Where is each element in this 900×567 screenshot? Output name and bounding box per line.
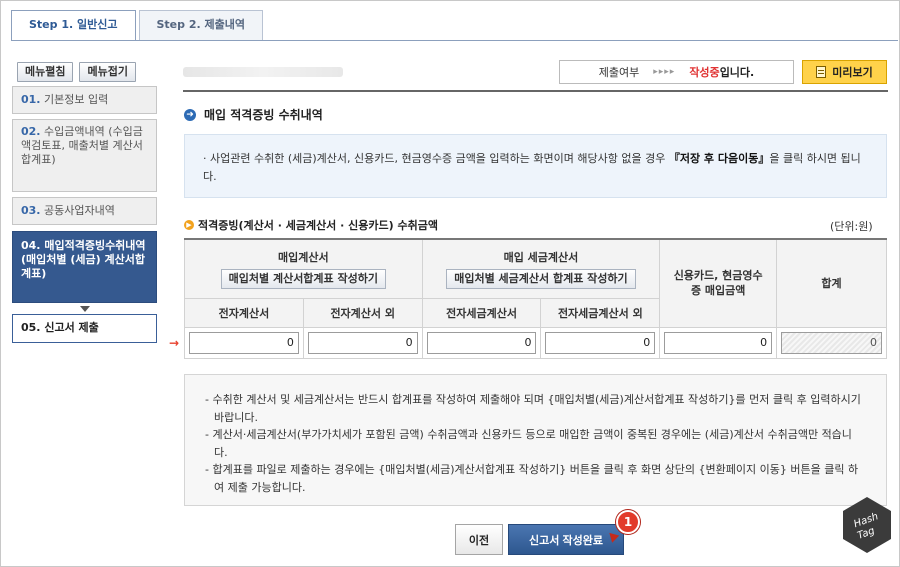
document-icon <box>816 66 827 78</box>
card-header: 신용카드, 현금영수증 매입금액 <box>659 238 778 328</box>
e-invoice-input[interactable] <box>189 331 299 354</box>
step-label: 공동사업자내역 <box>44 204 115 217</box>
amount-table: 매입계산서 매입처별 계산서합계표 작성하기 매입 세금계산서 매입처별 세금계… <box>184 238 887 359</box>
invoice-summary-button[interactable]: 매입처별 계산서합계표 작성하기 <box>220 268 386 289</box>
prev-button[interactable]: 이전 <box>455 524 503 555</box>
group-label: 매입 세금계산서 <box>503 250 579 264</box>
info-box: · 사업관련 수취한 (세금)계산서, 신용카드, 현금영수증 금액을 입력하는… <box>184 134 887 198</box>
note-item: - 합계표를 파일로 제출하는 경우에는 {매입처별(세금)계산서합계표 작성하… <box>205 463 859 494</box>
sub-header: 전자계산서 <box>184 297 304 328</box>
tab-step2[interactable]: Step 2. 제출내역 <box>138 10 263 40</box>
step-number: 02. <box>21 125 41 138</box>
header-divider <box>183 90 888 92</box>
group-header-invoice: 매입계산서 매입처별 계산서합계표 작성하기 <box>184 238 423 299</box>
sidebar-item-submit[interactable]: 05. 신고서 제출 <box>12 314 157 343</box>
step-arrow-icon <box>80 306 90 312</box>
info-emphasis: 『저장 후 다음이동』 <box>668 152 770 165</box>
status-state-suffix: 입니다. <box>719 66 755 79</box>
tab-step1[interactable]: Step 1. 일반신고 <box>11 10 136 41</box>
complete-report-button[interactable]: 신고서 작성완료 <box>508 524 624 555</box>
arrow-right-circle-icon: ➜ <box>184 108 196 121</box>
preview-button[interactable]: 미리보기 <box>802 60 887 84</box>
subsection-title: ▶ 적격증빙(계산서 · 세금계산서 · 신용카드) 수취금액 <box>184 217 438 233</box>
blurred-user-info <box>183 67 343 77</box>
red-arrow-icon: → <box>169 336 180 350</box>
menu-toggle-group: 메뉴펼침 메뉴접기 <box>17 62 136 82</box>
status-label: 제출여부 <box>598 66 640 79</box>
sidebar-item-purchase-evidence[interactable]: 04. 매입적격증빙수취내역 (매입처별 (세금) 계산서합계표) <box>12 231 157 303</box>
sidebar-item-joint-business[interactable]: 03. 공동사업자내역 <box>12 197 157 225</box>
menu-collapse-button[interactable]: 메뉴접기 <box>79 62 136 82</box>
submission-status: 제출여부 ▸▸▸▸ 작성중 입니다. <box>559 60 794 84</box>
bullet-icon: ▶ <box>184 220 194 230</box>
table-cell <box>421 326 542 359</box>
notes-box: - 수취한 계산서 및 세금계산서는 반드시 합계표를 작성하여 제출해야 되며… <box>184 374 887 506</box>
table-cell <box>302 326 423 359</box>
table-cell <box>184 326 304 359</box>
tax-invoice-summary-button[interactable]: 매입처별 세금계산서 합계표 작성하기 <box>446 268 636 289</box>
sidebar-item-income[interactable]: 02. 수입금액내역 (수입금액검토표, 매출처별 계산서 합계표) <box>12 119 157 192</box>
section-title-text: 매입 적격증빙 수취내역 <box>204 108 323 122</box>
section-title: ➜ 매입 적격증빙 수취내역 <box>184 106 323 123</box>
info-text: · 사업관련 수취한 (세금)계산서, 신용카드, 현금영수증 금액을 입력하는… <box>203 152 669 165</box>
note-item: - 계산서·세금계산서(부가가치세가 포함된 금액) 수취금액과 신용카드 등으… <box>205 428 852 459</box>
group-label: 매입계산서 <box>278 250 329 264</box>
preview-label: 미리보기 <box>832 67 873 79</box>
step-number: 03. <box>21 204 41 217</box>
sub-header: 전자계산서 외 <box>302 297 423 328</box>
step-label: 신고서 제출 <box>44 321 99 334</box>
total-header: 합계 <box>776 238 887 328</box>
subsection-title-text: 적격증빙(계산서 · 세금계산서 · 신용카드) 수취금액 <box>198 219 438 232</box>
step-number: 04. <box>21 239 41 252</box>
menu-expand-button[interactable]: 메뉴펼침 <box>17 62 74 82</box>
hashtag-logo-icon: Hash Tag <box>843 497 891 553</box>
step-number: 01. <box>21 93 41 106</box>
step-tabs: Step 1. 일반신고 Step 2. 제출내역 <box>11 10 266 41</box>
total-amount-field <box>781 331 882 354</box>
card-amount-input[interactable] <box>664 331 773 354</box>
table-cell <box>776 326 887 359</box>
group-header-tax-invoice: 매입 세금계산서 매입처별 세금계산서 합계표 작성하기 <box>421 238 661 299</box>
note-item: - 수취한 계산서 및 세금계산서는 반드시 합계표를 작성하여 제출해야 되며… <box>205 393 861 424</box>
step-number: 05. <box>21 321 41 334</box>
status-state: 작성중 <box>689 66 720 79</box>
table-cell <box>540 326 661 359</box>
non-e-invoice-input[interactable] <box>307 331 418 354</box>
step-label: 기본정보 입력 <box>44 93 109 106</box>
step-badge: 1 <box>616 510 640 534</box>
tab-divider <box>11 40 898 41</box>
sub-header: 전자세금계산서 외 <box>540 297 661 328</box>
table-cell <box>659 326 778 359</box>
status-arrows-icon: ▸▸▸▸ <box>653 67 676 77</box>
non-e-tax-invoice-input[interactable] <box>545 331 656 354</box>
unit-label: (단위:원) <box>830 220 873 233</box>
e-tax-invoice-input[interactable] <box>426 331 537 354</box>
sub-header: 전자세금계산서 <box>421 297 542 328</box>
sidebar-item-basic-info[interactable]: 01. 기본정보 입력 <box>12 86 157 114</box>
